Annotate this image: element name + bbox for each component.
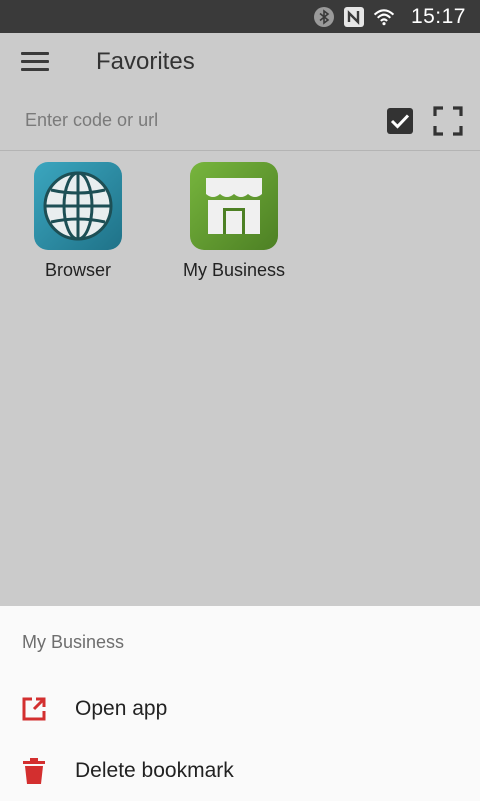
wifi-icon	[373, 6, 395, 28]
hamburger-menu-icon	[21, 52, 49, 72]
delete-bookmark-item[interactable]: Delete bookmark	[0, 741, 480, 801]
clock: 15:17	[410, 4, 466, 28]
nfc-icon	[343, 6, 365, 28]
storefront-icon	[190, 162, 278, 250]
delete-bookmark-label: Delete bookmark	[75, 759, 234, 782]
bluetooth-icon	[313, 6, 335, 28]
checkbox-check-icon	[387, 107, 413, 134]
scan-button[interactable]	[424, 97, 472, 145]
open-app-item[interactable]: Open app	[0, 679, 480, 739]
confirm-button[interactable]	[376, 97, 424, 145]
open-app-label: Open app	[75, 697, 168, 720]
favorite-tile-my-business[interactable]: My Business	[156, 162, 312, 281]
status-bar: 15:17	[0, 0, 480, 33]
favorites-grid: Browser My Business	[0, 162, 480, 281]
url-input[interactable]	[0, 100, 376, 141]
sheet-title: My Business	[22, 632, 125, 652]
open-external-icon	[20, 695, 48, 723]
app-bar: Favorites	[0, 33, 480, 91]
favorite-tile-browser[interactable]: Browser	[0, 162, 156, 281]
menu-button[interactable]	[0, 33, 70, 91]
favorite-label: Browser	[44, 260, 111, 280]
page-title: Favorites	[96, 48, 195, 75]
bottom-sheet: My Business Open app Delete bookmark	[0, 606, 480, 801]
scan-frame-icon	[433, 105, 463, 136]
trash-icon	[20, 757, 48, 785]
search-row	[0, 91, 480, 151]
globe-icon	[34, 162, 122, 250]
favorite-label: My Business	[182, 260, 286, 280]
